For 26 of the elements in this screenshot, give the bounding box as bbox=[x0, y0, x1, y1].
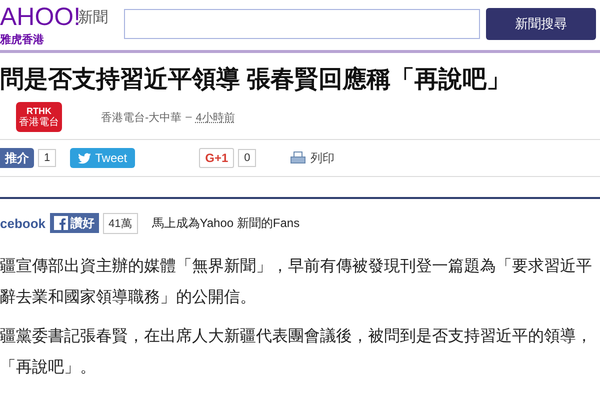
share-count: 1 bbox=[38, 149, 56, 167]
search-button[interactable]: 新聞搜尋 bbox=[486, 8, 596, 40]
paragraph-line: 辭去業和國家領導職務」的公開信。 bbox=[0, 288, 257, 308]
search-field[interactable] bbox=[124, 9, 480, 39]
recommend-button[interactable]: 推介 bbox=[0, 148, 34, 168]
logo-subtitle: 雅虎香港 bbox=[0, 32, 45, 46]
paragraph-line: 疆宣傳部出資主辦的媒體「無界新聞」，早前有傳被發現刊登一篇題為「要求習近平 bbox=[0, 256, 593, 277]
rthk-logo: RTHK 香港電台 bbox=[16, 102, 62, 132]
facebook-label: cebook bbox=[0, 216, 46, 230]
separator: – bbox=[186, 111, 192, 123]
like-button[interactable]: 讚好 bbox=[50, 213, 99, 233]
paragraph-line: 疆黨委書記張春賢，在出席人大新疆代表團會議後，被問到是否支持習近平的領導， bbox=[0, 326, 593, 347]
bird-icon bbox=[78, 152, 92, 164]
plus-one-button[interactable]: G+1 bbox=[199, 148, 234, 168]
paragraph-line: 「再說吧」。 bbox=[0, 358, 97, 378]
facebook-icon bbox=[54, 216, 68, 230]
section-title: 新聞 bbox=[78, 9, 108, 27]
time-link[interactable]: 4小時前 bbox=[196, 110, 235, 124]
printer-icon[interactable] bbox=[290, 151, 306, 165]
headline: 問是否支持習近平領導 張春賢回應稱「再說吧」 bbox=[0, 65, 512, 95]
source-name: 香港電台-大中華 bbox=[101, 110, 182, 124]
fans-text: 馬上成為Yahoo 新聞的Fans bbox=[152, 214, 300, 232]
like-count: 41萬 bbox=[102, 212, 138, 234]
print-link[interactable]: 列印 bbox=[310, 150, 334, 166]
tweet-button[interactable]: Tweet bbox=[70, 148, 136, 168]
share-count: 0 bbox=[238, 149, 256, 167]
